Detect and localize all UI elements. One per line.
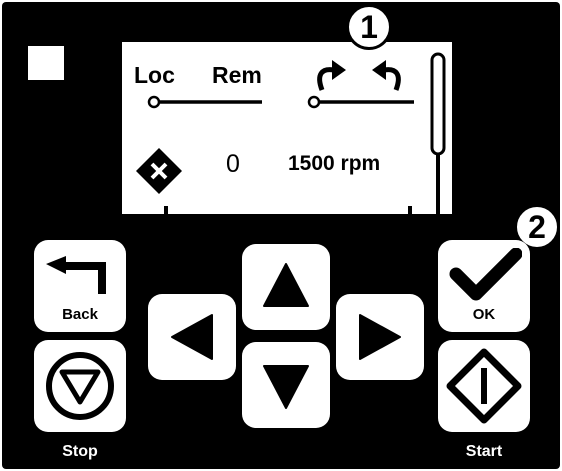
- ok-button-label: OK: [472, 306, 496, 323]
- arrow-up-icon: [263, 263, 309, 307]
- start-button[interactable]: [438, 340, 530, 432]
- down-button[interactable]: [242, 342, 330, 428]
- display-screen: Loc Rem 0 1500 rpm: [122, 42, 452, 214]
- level-gauge: [430, 52, 446, 214]
- ok-button[interactable]: OK: [438, 240, 530, 332]
- control-panel: Loc Rem 0 1500 rpm 1 2 Back Stop OK Star…: [2, 2, 560, 469]
- stop-label: Stop: [62, 443, 98, 460]
- fault-x-icon: [136, 148, 182, 194]
- direction-slider: [307, 95, 414, 109]
- loc-rem-slider: [147, 95, 262, 109]
- back-button-label: Back: [62, 306, 98, 323]
- up-button[interactable]: [242, 244, 330, 330]
- rem-label: Rem: [212, 62, 262, 88]
- reference-value: 0: [226, 150, 240, 178]
- arrow-down-icon: [263, 365, 309, 409]
- softkey-tick-right: [408, 206, 412, 214]
- speed-readout: 1500 rpm: [288, 152, 381, 175]
- rotation-arrows-icon: [317, 60, 401, 91]
- start-label: Start: [465, 443, 503, 460]
- arrow-right-icon: [359, 314, 401, 360]
- stop-button[interactable]: [34, 340, 126, 432]
- callout-badge-1: 1: [346, 4, 392, 50]
- stop-triangle-icon: [46, 352, 114, 420]
- back-button[interactable]: Back: [34, 240, 126, 332]
- status-led: [28, 46, 64, 80]
- arrow-left-icon: [171, 314, 213, 360]
- softkey-tick-left: [164, 206, 168, 214]
- checkmark-icon: [449, 248, 522, 301]
- loc-label: Loc: [134, 62, 175, 88]
- right-button[interactable]: [336, 294, 424, 380]
- start-diamond-icon: [446, 348, 522, 424]
- left-button[interactable]: [148, 294, 236, 380]
- back-arrow-icon: [46, 256, 106, 294]
